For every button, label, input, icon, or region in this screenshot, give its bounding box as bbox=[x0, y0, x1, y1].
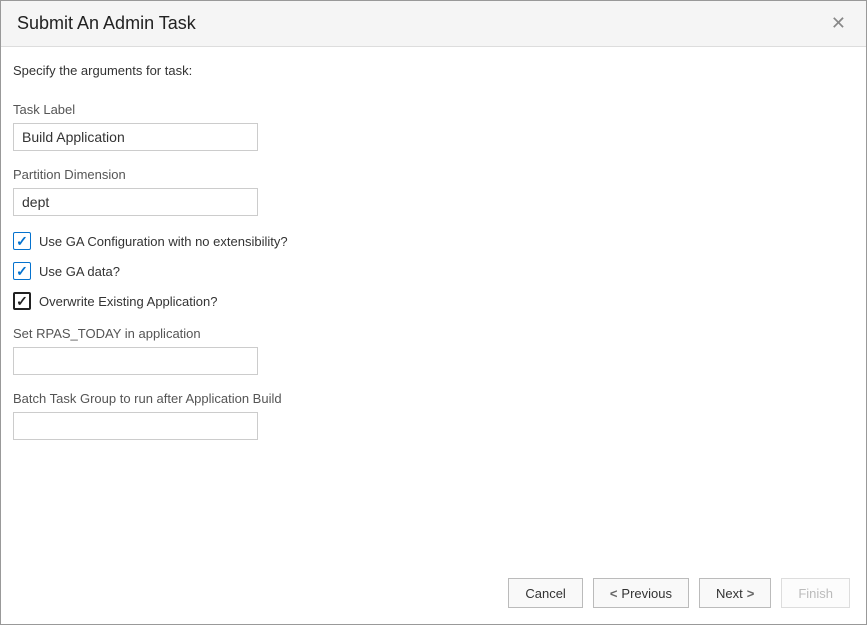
chevron-left-icon: < bbox=[610, 587, 618, 600]
use-ga-data-label[interactable]: Use GA data? bbox=[39, 264, 120, 279]
dialog: Submit An Admin Task ✕ Specify the argum… bbox=[0, 0, 867, 625]
close-icon: ✕ bbox=[831, 13, 846, 33]
next-button[interactable]: Next > bbox=[699, 578, 771, 608]
dialog-header: Submit An Admin Task ✕ bbox=[1, 1, 866, 47]
batch-task-group-input[interactable] bbox=[13, 412, 258, 440]
cancel-button-label: Cancel bbox=[525, 586, 565, 601]
rpas-today-label: Set RPAS_TODAY in application bbox=[13, 326, 854, 341]
dialog-content: Specify the arguments for task: Task Lab… bbox=[1, 47, 866, 562]
rpas-today-input[interactable] bbox=[13, 347, 258, 375]
overwrite-app-checkbox[interactable] bbox=[13, 292, 31, 310]
field-partition-dimension: Partition Dimension bbox=[13, 167, 854, 216]
next-button-label: Next bbox=[716, 586, 743, 601]
cancel-button[interactable]: Cancel bbox=[508, 578, 582, 608]
close-button[interactable]: ✕ bbox=[827, 13, 850, 34]
task-label-label: Task Label bbox=[13, 102, 854, 117]
field-overwrite-app: Overwrite Existing Application? bbox=[13, 292, 854, 310]
finish-button-label: Finish bbox=[798, 586, 833, 601]
dialog-title: Submit An Admin Task bbox=[17, 13, 196, 34]
partition-dimension-input[interactable] bbox=[13, 188, 258, 216]
use-ga-data-checkbox[interactable] bbox=[13, 262, 31, 280]
use-ga-config-checkbox[interactable] bbox=[13, 232, 31, 250]
finish-button[interactable]: Finish bbox=[781, 578, 850, 608]
batch-task-group-label: Batch Task Group to run after Applicatio… bbox=[13, 391, 854, 406]
field-batch-task-group: Batch Task Group to run after Applicatio… bbox=[13, 391, 854, 440]
dialog-footer: Cancel < Previous Next > Finish bbox=[1, 562, 866, 624]
task-label-input[interactable] bbox=[13, 123, 258, 151]
instruction-text: Specify the arguments for task: bbox=[13, 63, 854, 78]
field-use-ga-config: Use GA Configuration with no extensibili… bbox=[13, 232, 854, 250]
field-use-ga-data: Use GA data? bbox=[13, 262, 854, 280]
field-rpas-today: Set RPAS_TODAY in application bbox=[13, 326, 854, 375]
chevron-right-icon: > bbox=[747, 587, 755, 600]
partition-dimension-label: Partition Dimension bbox=[13, 167, 854, 182]
overwrite-app-label[interactable]: Overwrite Existing Application? bbox=[39, 294, 217, 309]
previous-button-label: Previous bbox=[621, 586, 672, 601]
use-ga-config-label[interactable]: Use GA Configuration with no extensibili… bbox=[39, 234, 288, 249]
field-task-label: Task Label bbox=[13, 102, 854, 151]
previous-button[interactable]: < Previous bbox=[593, 578, 689, 608]
